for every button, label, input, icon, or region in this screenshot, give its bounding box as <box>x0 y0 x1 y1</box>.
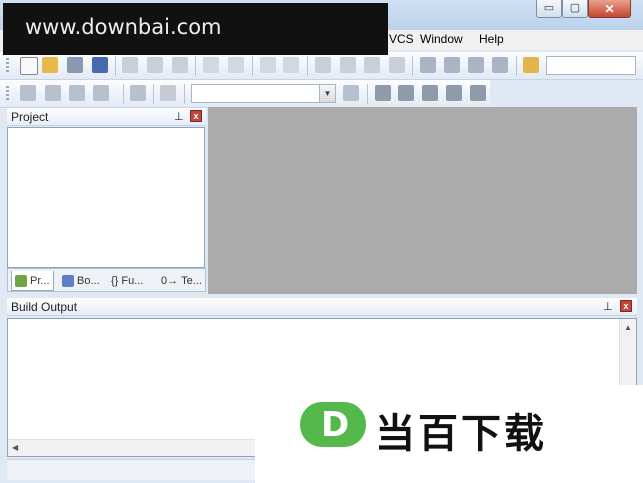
copy-icon[interactable] <box>147 57 163 73</box>
uncomment-icon[interactable] <box>492 57 508 73</box>
tab-project[interactable]: Pr... <box>11 271 54 291</box>
pin-icon[interactable]: ⊥ <box>603 300 613 313</box>
standard-toolbar <box>0 52 643 80</box>
tab-functions[interactable]: {} Fu... <box>111 271 143 291</box>
open-folder-icon[interactable] <box>42 57 58 73</box>
toolbar-grip[interactable] <box>6 58 9 74</box>
build-toolbar: ▼ <box>0 80 490 108</box>
toolbar-separator <box>115 56 116 76</box>
toolbar-separator <box>367 84 368 104</box>
nav-back-icon[interactable] <box>260 57 276 73</box>
toolbar-separator <box>123 84 124 104</box>
new-file-icon[interactable] <box>20 57 38 75</box>
logo-text: 当百下载 <box>375 411 547 457</box>
select-pack-icon[interactable] <box>398 85 414 101</box>
save-icon[interactable] <box>67 57 83 73</box>
logo-badge-letter: D <box>321 405 350 445</box>
build-output-header: Build Output ⊥ x <box>7 298 637 316</box>
rte-icon[interactable] <box>446 85 462 101</box>
functions-tab-icon: {} <box>111 275 119 287</box>
bookmark-prev-icon[interactable] <box>340 57 356 73</box>
menu-help[interactable]: Help <box>479 32 504 46</box>
target-options-icon[interactable] <box>343 85 359 101</box>
cut-icon[interactable] <box>122 57 138 73</box>
event-recorder-icon[interactable] <box>470 85 486 101</box>
close-icon[interactable]: x <box>620 300 632 312</box>
bookmark-next-icon[interactable] <box>364 57 380 73</box>
tab-books-label: Bo... <box>77 275 100 287</box>
load-icon[interactable] <box>160 85 176 101</box>
toolbar-separator <box>516 56 517 76</box>
maximize-button[interactable]: ▢ <box>562 0 588 18</box>
project-panel-tabs: Pr... Bo... {} Fu... 0→ Te... <box>7 268 206 292</box>
minimize-icon: ▭ <box>543 2 555 14</box>
build-output-title: Build Output <box>11 300 78 314</box>
unindent-icon[interactable] <box>444 57 460 73</box>
books-tab-icon <box>62 275 74 287</box>
menu-window[interactable]: Window <box>420 32 463 46</box>
chevron-down-icon[interactable]: ▼ <box>319 85 335 102</box>
minimize-button[interactable]: ▭ <box>536 0 562 18</box>
translate-icon[interactable] <box>20 85 36 101</box>
toolbar-separator <box>412 56 413 76</box>
editor-area[interactable] <box>208 107 637 294</box>
tab-templates[interactable]: 0→ Te... <box>161 271 202 291</box>
tab-templates-label: Te... <box>181 275 202 287</box>
toolbar-separator <box>195 56 196 76</box>
paste-icon[interactable] <box>172 57 188 73</box>
site-logo: D 当百下载 <box>255 385 643 483</box>
redo-icon[interactable] <box>228 57 244 73</box>
toolbar-separator <box>184 84 185 104</box>
watermark-text: www.downbai.com <box>25 15 222 39</box>
build-icon[interactable] <box>45 85 61 101</box>
bookmark-icon[interactable] <box>315 57 331 73</box>
find-in-files-icon[interactable] <box>523 57 539 73</box>
close-icon[interactable]: x <box>190 110 202 122</box>
rebuild-icon[interactable] <box>69 85 85 101</box>
undo-icon[interactable] <box>203 57 219 73</box>
search-combo[interactable] <box>546 56 636 75</box>
templates-tab-icon: 0→ <box>161 275 179 287</box>
tab-project-label: Pr... <box>30 274 50 287</box>
close-window-button[interactable]: ✕ <box>588 0 631 18</box>
tab-books[interactable]: Bo... <box>62 271 100 291</box>
logo-badge: D <box>300 402 366 447</box>
toolbar-separator <box>153 84 154 104</box>
comment-icon[interactable] <box>468 57 484 73</box>
pack-installer-icon[interactable] <box>422 85 438 101</box>
scroll-left-icon[interactable]: ◀ <box>12 443 18 452</box>
maximize-icon: ▢ <box>569 2 581 14</box>
project-tree[interactable] <box>7 127 205 268</box>
menu-vcs[interactable]: VCS <box>389 32 414 46</box>
batch-build-icon[interactable] <box>93 85 109 101</box>
tab-functions-label: Fu... <box>121 275 144 287</box>
toolbar-grip[interactable] <box>6 86 9 102</box>
pin-icon[interactable]: ⊥ <box>174 110 184 123</box>
toolbar-separator <box>252 56 253 76</box>
save-all-icon[interactable] <box>92 57 108 73</box>
project-panel-title: Project <box>11 110 49 124</box>
scroll-up-icon[interactable]: ▲ <box>624 323 632 332</box>
manage-components-icon[interactable] <box>375 85 391 101</box>
toolbar-separator <box>307 56 308 76</box>
indent-icon[interactable] <box>420 57 436 73</box>
close-icon: ✕ <box>604 1 615 16</box>
project-tab-icon <box>15 274 27 287</box>
project-panel-header: Project ⊥ x <box>7 108 206 126</box>
app-window: ▭ ▢ ✕ www.downbai.com VCS Window Help ▼ … <box>0 0 643 483</box>
download-icon[interactable] <box>130 85 146 101</box>
bookmark-clear-icon[interactable] <box>389 57 405 73</box>
target-select[interactable]: ▼ <box>191 84 336 103</box>
nav-forward-icon[interactable] <box>283 57 299 73</box>
watermark-banner: www.downbai.com <box>3 3 388 55</box>
